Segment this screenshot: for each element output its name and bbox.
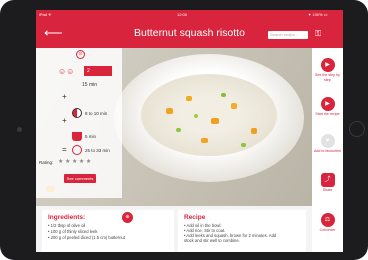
ingredients-card: Ingredients: ⊕ • 1/2 tbsp of olive oil •… <box>42 210 174 252</box>
plus-sign: + <box>62 116 67 125</box>
squash-piece <box>166 108 173 114</box>
clock-label: 12:00 <box>177 12 188 17</box>
prep-time: 15 min <box>82 82 98 88</box>
leek-piece <box>241 143 246 147</box>
start-recipe-button[interactable]: ▶ Start the recipe <box>312 97 343 117</box>
leek-piece <box>194 114 198 118</box>
action-label: Start the recipe <box>315 112 340 116</box>
action-label: Share <box>322 188 333 192</box>
recipe-info-panel: ⊙ ☺☺ 2 15 min + 8 to 10 min + 5 min = 25… <box>36 48 122 198</box>
leek-piece <box>176 128 181 132</box>
rest-time: 5 min <box>85 134 97 139</box>
ingredient-item: • 200 g of peeled diced (1.5 cm) buttern… <box>48 235 125 240</box>
squash-piece <box>251 128 257 134</box>
key-icon[interactable]: ⚿ <box>315 29 321 39</box>
camera <box>17 127 22 132</box>
home-button[interactable] <box>349 121 365 137</box>
play-icon: ▶ <box>320 58 335 72</box>
pot-icon <box>72 132 82 141</box>
basket-icon[interactable]: ⊕ <box>122 212 133 223</box>
add-favourites-button[interactable]: ♥ Add to favourites <box>312 134 343 154</box>
cook-time: 8 to 10 min <box>85 111 108 116</box>
action-sidebar: ▶ See the step by step ▶ Start the recip… <box>312 48 343 252</box>
recipe-step: stock and stir well to combine. <box>184 238 240 243</box>
pin-icon[interactable]: ⊙ <box>76 50 85 59</box>
people-icon: ☺☺ <box>58 67 75 76</box>
action-label: Converter <box>319 228 336 232</box>
squash-piece <box>186 96 192 101</box>
squash-piece <box>231 103 237 109</box>
clock-icon <box>72 145 82 155</box>
see-comments-button[interactable]: See comments <box>64 174 96 183</box>
recipe-details: Ingredients: ⊕ • 1/2 tbsp of olive oil •… <box>36 206 312 252</box>
leek-piece <box>221 93 226 97</box>
risotto-image <box>141 74 277 156</box>
app-screen: iPad ✈ 12:00 ✦ 100% ▭ ⟵ Butternut squash… <box>36 10 343 252</box>
recipe-heading: Recipe <box>184 214 206 221</box>
step-by-step-button[interactable]: ▶ See the step by step <box>312 58 343 82</box>
rating-label: Rating: <box>39 160 54 165</box>
half-clock-icon <box>72 108 82 118</box>
squash-piece <box>211 118 219 124</box>
converter-icon: ⚖ <box>320 213 335 227</box>
app-header: ⟵ Butternut squash risotto Search recipe… <box>36 19 343 48</box>
share-icon: ⤴ <box>320 173 335 187</box>
recipe-card: Recipe • Add oil in the bowl. • Add rice… <box>178 210 306 252</box>
play-icon: ▶ <box>320 97 335 111</box>
plus-sign: + <box>62 92 67 101</box>
share-button[interactable]: ⤴ Share <box>312 173 343 193</box>
action-label: See the step by step <box>315 73 340 82</box>
converter-button[interactable]: ⚖ Converter <box>312 213 343 233</box>
ingredients-heading: Ingredients: <box>48 214 86 221</box>
heart-icon: ♥ <box>320 134 335 148</box>
carrier-label: iPad ✈ <box>39 12 52 17</box>
search-input[interactable]: Search recipe... <box>268 31 308 39</box>
total-time: 25 to 33 min <box>85 148 110 153</box>
squash-piece <box>201 138 208 143</box>
rating-stars[interactable]: ★★★★★ <box>58 158 93 165</box>
portion-selector[interactable]: 2 <box>84 66 112 76</box>
action-label: Add to favourites <box>314 149 341 153</box>
status-bar: iPad ✈ 12:00 ✦ 100% ▭ <box>36 10 343 19</box>
equals-sign: = <box>62 145 67 154</box>
battery-label: ✦ 100% ▭ <box>308 12 328 17</box>
